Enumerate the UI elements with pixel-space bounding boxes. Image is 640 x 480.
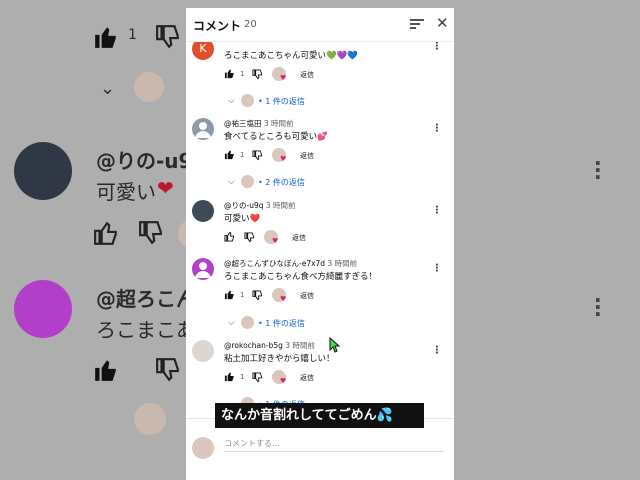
dislike-icon[interactable] xyxy=(252,372,263,383)
comment-text: ろこまこあこちゃん可愛い💚💜💙 xyxy=(224,51,358,61)
more-options-icon: · · · xyxy=(594,288,602,326)
reply-button[interactable]: 返信 xyxy=(300,373,314,383)
heart-icon: ❤ xyxy=(157,176,174,200)
replies-label: • 1 件の返信 xyxy=(258,97,305,106)
panel-title: コメント xyxy=(193,19,242,33)
avatar[interactable] xyxy=(192,118,214,140)
more-options-icon[interactable]: · · · xyxy=(435,343,439,359)
more-options-icon[interactable]: · · · xyxy=(435,121,439,137)
more-options-icon[interactable]: · · · xyxy=(435,39,439,55)
comment-text: 粘土加工好きやから嬉しい！ xyxy=(224,354,335,364)
replies-label: • 1 件の返信 xyxy=(258,319,305,328)
avatar xyxy=(192,437,214,459)
heart-icon: ♥ xyxy=(280,74,287,82)
reply-button[interactable]: 返信 xyxy=(300,70,314,80)
like-icon xyxy=(95,27,116,48)
like-icon[interactable] xyxy=(224,68,235,79)
background-like-count: 1 xyxy=(128,27,137,43)
comment-meta: @rokochan-b5g 3 時間前 xyxy=(224,341,315,350)
view-replies-button[interactable]: ⌵ • 1 件の返信 xyxy=(228,94,428,109)
heart-icon: ♥ xyxy=(280,155,287,163)
comment-text: 食べてるところも可愛い💕 xyxy=(224,132,328,142)
comment-actions: 1 ♥ 返信 xyxy=(224,67,444,82)
comment-actions: ♥ 返信 xyxy=(224,230,444,245)
more-options-icon: · · · xyxy=(594,151,602,189)
like-icon[interactable] xyxy=(224,371,235,382)
reply-avatar xyxy=(241,94,254,107)
background-text-rino: 可愛い xyxy=(96,180,156,204)
chevron-down-icon: ⌵ xyxy=(228,177,235,187)
like-count: 1 xyxy=(240,70,245,78)
comment-meta: @祐三塩田 3 時間前 xyxy=(224,119,294,128)
background-avatar-rino xyxy=(14,142,72,200)
dislike-icon[interactable] xyxy=(252,290,263,301)
mouse-cursor-icon xyxy=(329,337,341,353)
comment-actions: 1 ♥ 返信 xyxy=(224,148,444,163)
comments-header: コメント 20 ✕ xyxy=(186,8,454,42)
more-options-icon[interactable]: · · · xyxy=(435,203,439,219)
reply-button[interactable]: 返信 xyxy=(300,291,314,301)
reply-avatar xyxy=(241,175,254,188)
comment-actions: 1 ♥ 返信 xyxy=(224,288,444,303)
replies-label: • 2 件の返信 xyxy=(258,178,305,187)
close-icon[interactable]: ✕ xyxy=(436,16,450,31)
view-replies-button[interactable]: ⌵ • 2 件の返信 xyxy=(228,175,428,190)
dislike-icon[interactable] xyxy=(244,232,255,243)
comment-meta: @りの-u9q 3 時間前 xyxy=(224,201,296,210)
reply-avatar xyxy=(241,316,254,329)
chevron-down-icon: ⌵ xyxy=(228,318,235,328)
background-avatar xyxy=(134,403,166,435)
more-options-icon[interactable]: · · · xyxy=(435,261,439,277)
background-avatar xyxy=(134,72,164,102)
reply-button[interactable]: 返信 xyxy=(300,151,314,161)
heart-icon: ♥ xyxy=(280,295,287,303)
like-icon[interactable] xyxy=(224,149,235,160)
dislike-icon[interactable] xyxy=(252,69,263,80)
like-icon xyxy=(94,221,117,245)
background-text-purple: ろこまこあ xyxy=(96,318,196,342)
dislike-icon[interactable] xyxy=(252,150,263,161)
chevron-down-icon: ⌄ xyxy=(100,78,116,99)
comment-text: ろこまこあこちゃん食べ方綺麗すぎる！ xyxy=(224,272,378,282)
sort-icon[interactable] xyxy=(410,18,424,30)
heart-icon: ♥ xyxy=(272,237,279,245)
dislike-icon xyxy=(156,358,179,382)
video-caption: なんか音割れしててごめん💦 xyxy=(215,403,424,428)
comment-count: 20 xyxy=(244,19,257,30)
dislike-icon xyxy=(156,25,179,49)
like-count: 1 xyxy=(240,373,245,381)
comment-text: 可愛い❤️ xyxy=(224,214,261,224)
avatar[interactable] xyxy=(192,200,214,222)
like-count: 1 xyxy=(240,151,245,159)
chevron-down-icon: ⌵ xyxy=(228,96,235,106)
heart-icon: ♥ xyxy=(280,377,287,385)
comment-actions: 1 ♥ 返信 xyxy=(224,370,444,385)
reply-button[interactable]: 返信 xyxy=(292,233,306,243)
avatar[interactable] xyxy=(192,340,214,362)
like-icon xyxy=(95,360,116,381)
view-replies-button[interactable]: ⌵ • 1 件の返信 xyxy=(228,316,428,331)
avatar[interactable] xyxy=(192,258,214,280)
comment-meta: @超ろこんずひなぼん-e7x7d 3 時間前 xyxy=(224,259,358,268)
like-icon[interactable] xyxy=(224,231,235,242)
background-avatar-purple xyxy=(14,280,72,338)
like-icon[interactable] xyxy=(224,289,235,300)
comment-input[interactable]: コメントする... xyxy=(224,438,444,452)
like-count: 1 xyxy=(240,291,245,299)
dislike-icon xyxy=(139,221,162,245)
background-handle-purple: @超ろこん xyxy=(96,287,196,311)
